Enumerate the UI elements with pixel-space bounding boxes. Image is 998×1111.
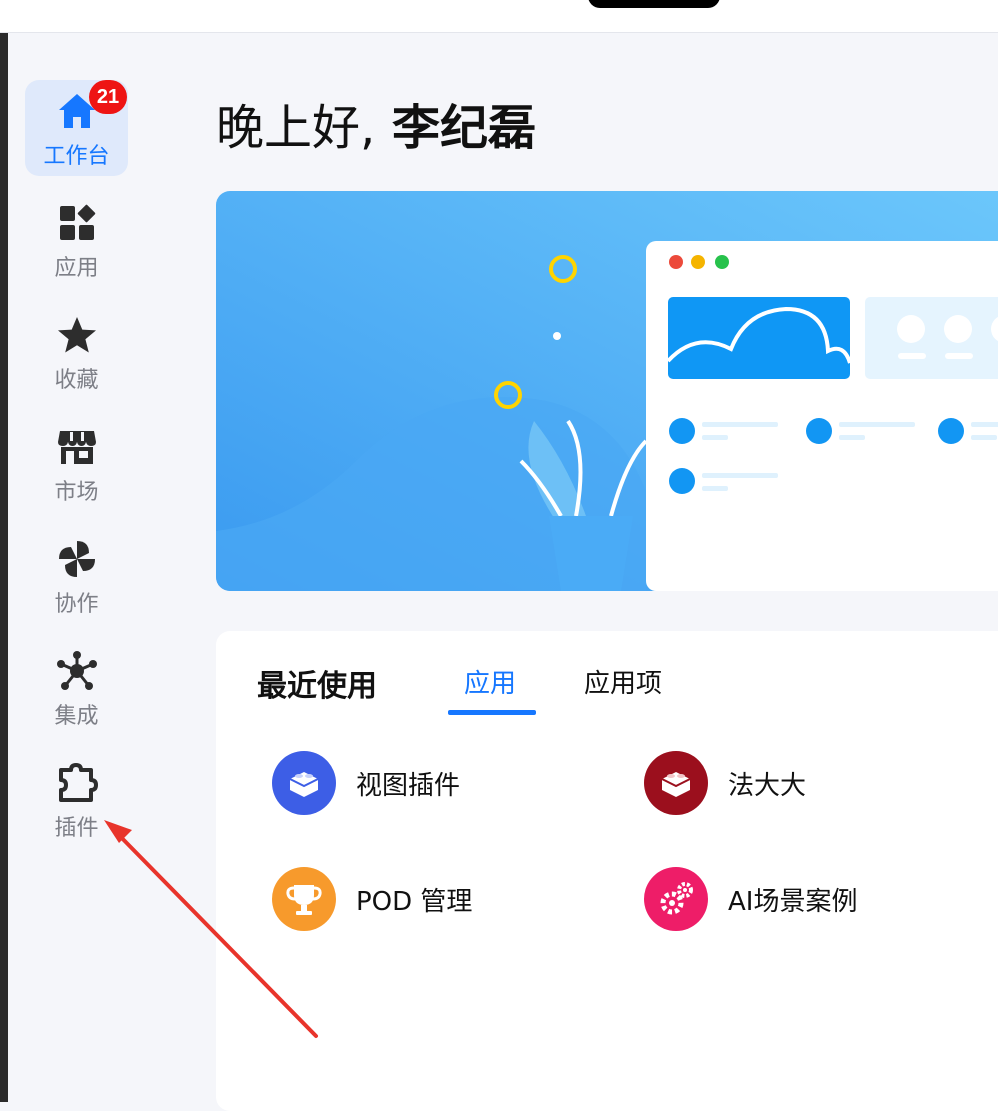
- puzzle-icon: [56, 762, 98, 804]
- sidebar-item-label: 集成: [54, 704, 99, 729]
- page-title: 晚上好, 李纪磊: [216, 88, 536, 158]
- sidebar-item-label: 应用: [54, 256, 99, 281]
- sidebar-item-label: 协作: [54, 592, 99, 617]
- recent-used-card: 最近使用 应用 应用项 视图插件 法大大 POD 管理 AI场景案例: [216, 631, 998, 1111]
- app-name: AI场景案例: [728, 887, 858, 917]
- sidebar-item-plugins[interactable]: 插件: [25, 752, 128, 848]
- sidebar: 21 工作台 应用 收藏 市场 协作 集成 插件: [8, 33, 216, 1102]
- top-bar-pill: [588, 0, 720, 8]
- sidebar-item-market[interactable]: 市场: [25, 416, 128, 512]
- app-name: 法大大: [728, 771, 807, 801]
- window-edge: [0, 0, 8, 1102]
- sidebar-item-label: 插件: [54, 816, 99, 841]
- section-title: 最近使用: [257, 669, 377, 704]
- active-tab-indicator: [448, 710, 536, 715]
- banner-illustration: [216, 191, 998, 591]
- pinwheel-icon: [56, 538, 98, 580]
- star-icon: [56, 314, 98, 356]
- sidebar-item-integration[interactable]: 集成: [25, 640, 128, 736]
- sidebar-item-label: 收藏: [54, 368, 99, 393]
- tab-app-items[interactable]: 应用项: [584, 663, 662, 700]
- sidebar-item-favorites[interactable]: 收藏: [25, 304, 128, 400]
- welcome-banner: [216, 191, 998, 591]
- store-icon: [56, 426, 98, 468]
- user-name: 李纪磊: [375, 100, 536, 156]
- sidebar-item-workbench[interactable]: 21 工作台: [25, 80, 128, 176]
- lego-brick-icon: [272, 751, 336, 815]
- trophy-icon: [272, 867, 336, 931]
- greeting-text: 晚上好,: [216, 100, 376, 156]
- sidebar-item-apps[interactable]: 应用: [25, 192, 128, 288]
- apps-grid-icon: [56, 202, 98, 244]
- notification-badge: 21: [89, 80, 127, 114]
- app-name: POD 管理: [356, 887, 473, 917]
- sidebar-item-label: 市场: [54, 480, 99, 505]
- app-name: 视图插件: [356, 771, 461, 801]
- network-icon: [56, 650, 98, 692]
- sidebar-item-label: 工作台: [43, 144, 110, 169]
- lego-brick-icon: [644, 751, 708, 815]
- tab-apps[interactable]: 应用: [464, 663, 516, 700]
- gears-icon: [644, 867, 708, 931]
- top-bar: [0, 0, 998, 33]
- sidebar-item-collaboration[interactable]: 协作: [25, 528, 128, 624]
